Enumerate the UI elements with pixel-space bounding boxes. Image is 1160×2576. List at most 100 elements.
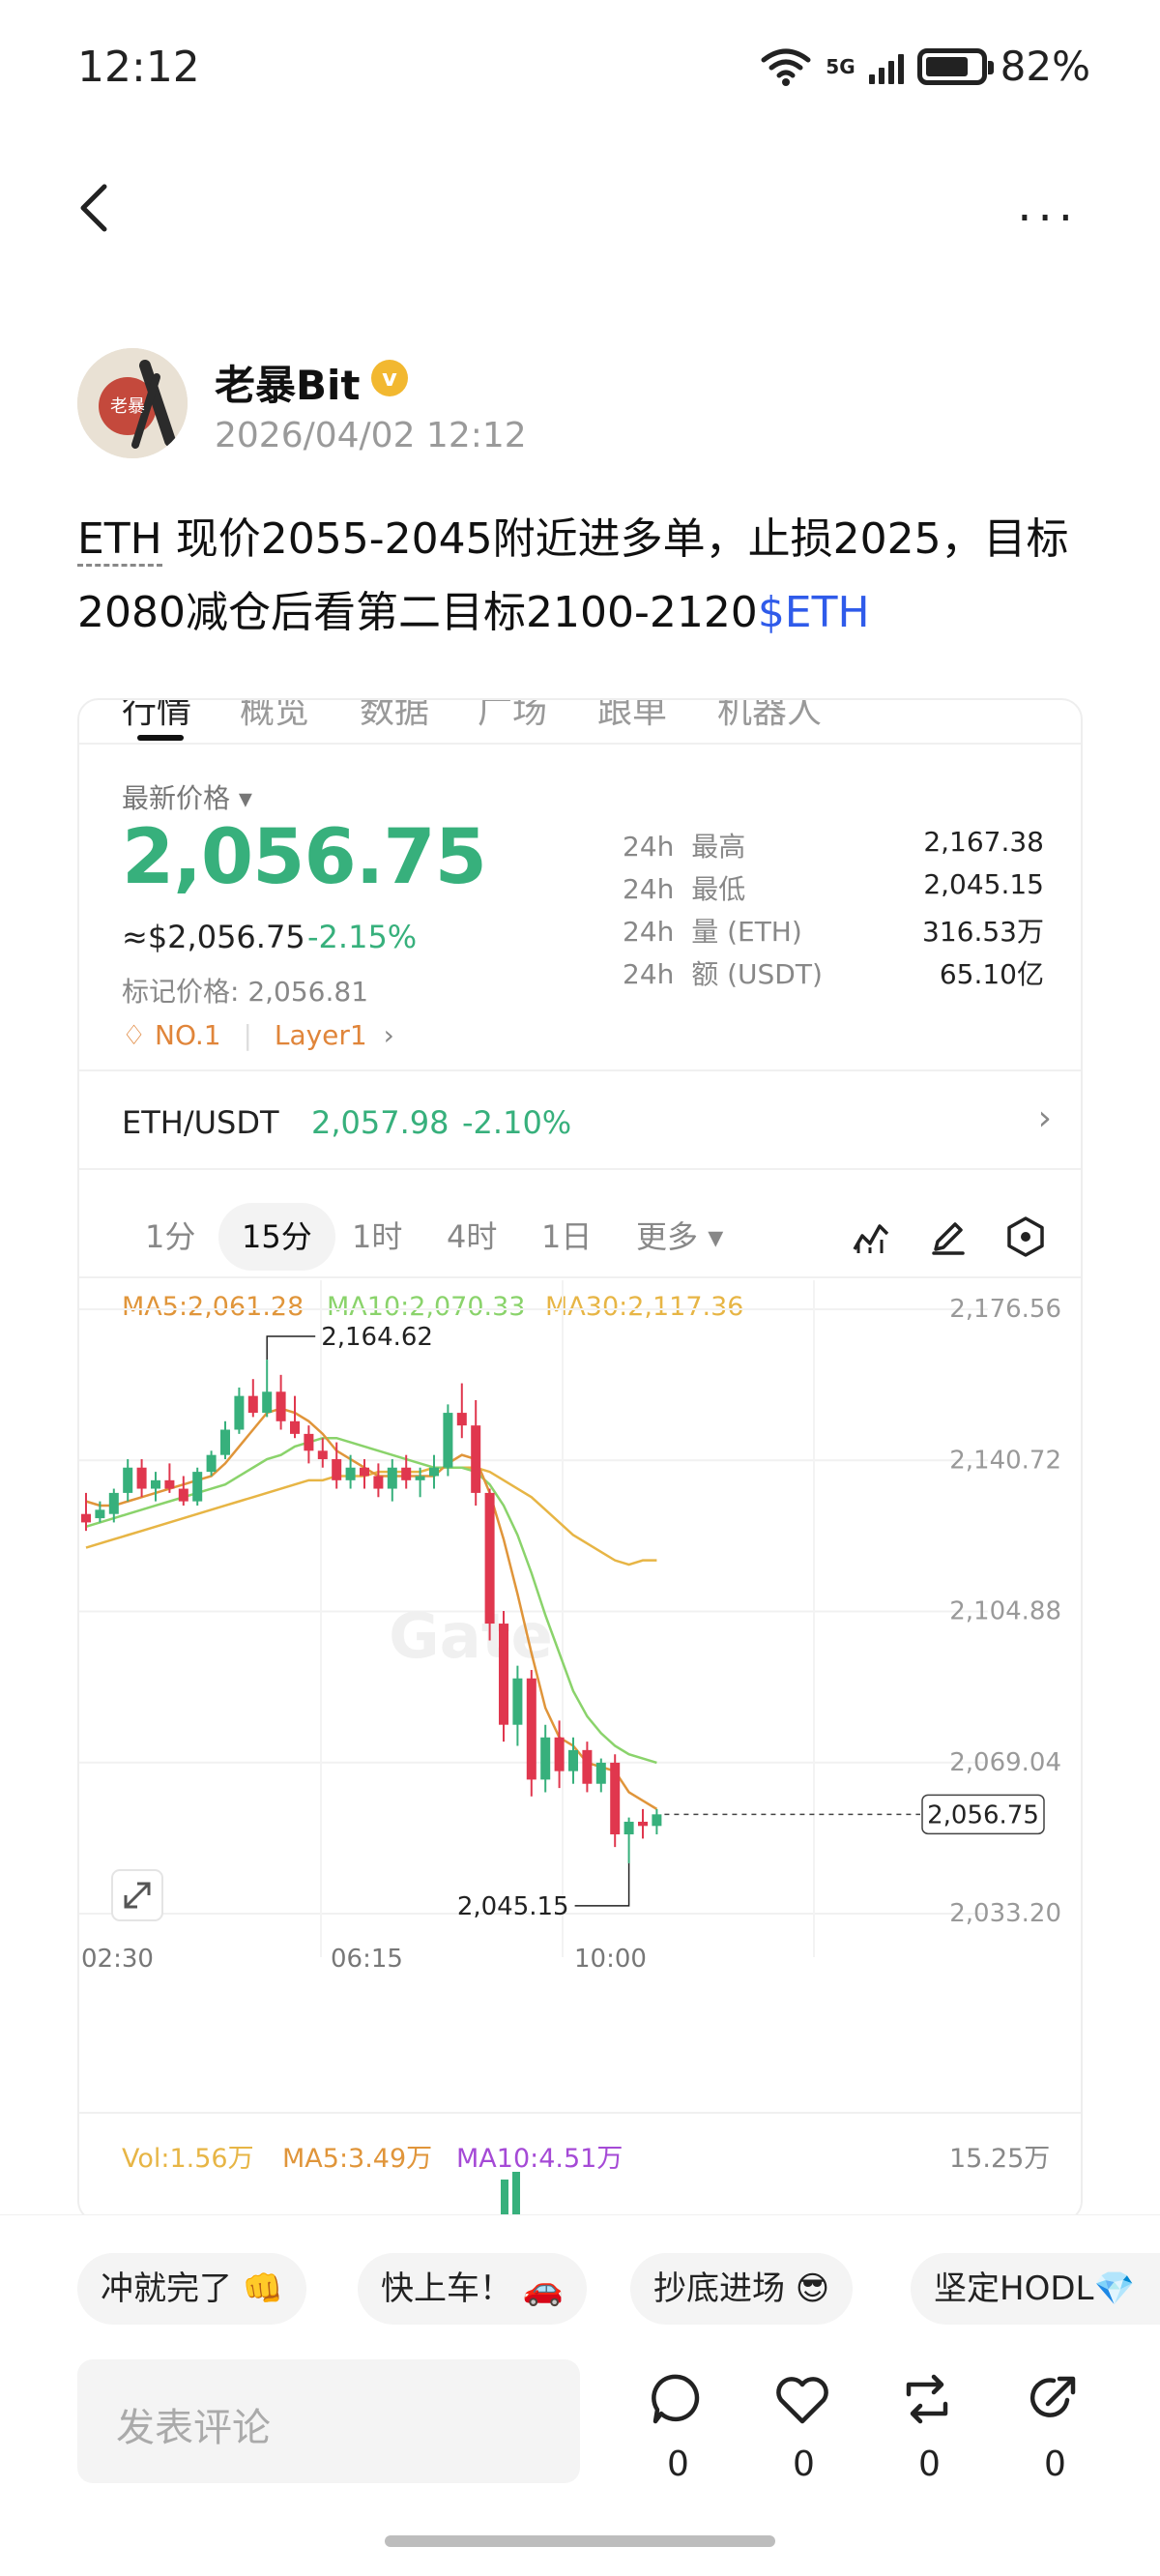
- indicator-icon[interactable]: [849, 1215, 893, 1259]
- candle-body: [178, 1488, 188, 1502]
- candle-body: [360, 1467, 369, 1477]
- low-marker-line: [574, 1862, 630, 1907]
- candle-body: [526, 1678, 536, 1780]
- divider: [79, 1069, 1081, 1071]
- settings-hexagon-icon[interactable]: [1003, 1215, 1048, 1259]
- repost-count: 0: [918, 2444, 941, 2484]
- candle-body: [387, 1467, 397, 1489]
- interval-15m[interactable]: 15分: [218, 1203, 335, 1271]
- quick-reply-3[interactable]: 抄底进场 😎: [630, 2253, 854, 2325]
- candle-body: [401, 1467, 412, 1480]
- divider: [79, 1276, 1081, 1278]
- approx-usd: ≈$2,056.75: [122, 919, 305, 955]
- eth-link[interactable]: $ETH: [758, 588, 870, 637]
- tab-copy[interactable]: 跟单: [597, 700, 667, 733]
- status-bar: 12:12 5G 82%: [0, 0, 1160, 145]
- mark-price: 标记价格: 2,056.81: [122, 976, 369, 1008]
- x-tick-label: 10:00: [574, 1945, 647, 1974]
- candle-body: [262, 1391, 273, 1414]
- post-body: 现价2055-2045附近进多单，止损2025，目标2080减仓后看第二目标21…: [77, 514, 1069, 637]
- like-count: 0: [793, 2444, 815, 2484]
- stat-high: 24h 最高 2,167.38: [623, 826, 1044, 863]
- divider: [79, 1168, 1081, 1170]
- candle-body: [220, 1429, 230, 1455]
- tab-market[interactable]: 行情: [122, 700, 191, 733]
- y-tick-label: 2,176.56: [949, 1295, 1061, 1324]
- avatar[interactable]: 老暴: [77, 348, 188, 458]
- quick-reply-1[interactable]: 冲就完了 👊: [77, 2253, 307, 2325]
- back-icon[interactable]: [68, 179, 126, 237]
- rank-badge: NO.1: [155, 1019, 221, 1051]
- tab-square[interactable]: 广场: [478, 700, 547, 733]
- tab-bot[interactable]: 机器人: [717, 700, 822, 733]
- candle-body: [415, 1476, 425, 1480]
- pair-name[interactable]: ETH/USDT: [122, 1104, 279, 1141]
- eth-tag[interactable]: ETH: [77, 514, 162, 567]
- comment-count: 0: [667, 2444, 689, 2484]
- candle-body: [192, 1472, 203, 1502]
- vol-label: Vol:1.56万: [122, 2144, 254, 2174]
- draw-pencil-icon[interactable]: [926, 1215, 971, 1259]
- share-icon[interactable]: [1025, 2371, 1081, 2427]
- candle-body: [332, 1459, 342, 1480]
- quick-reply-2[interactable]: 快上车！ 🚗: [358, 2253, 588, 2325]
- quick-reply-4[interactable]: 坚定HODL💎: [911, 2253, 1160, 2325]
- low-price-label: 2,045.15: [457, 1892, 569, 1921]
- more-options-button[interactable]: ···: [1017, 191, 1079, 246]
- candle-body: [568, 1749, 578, 1771]
- verified-badge-icon: v: [371, 360, 408, 396]
- tab-data[interactable]: 数据: [360, 700, 429, 733]
- high-price-label: 2,164.62: [321, 1323, 433, 1352]
- vol-ma5-label: MA5:3.49万: [282, 2144, 433, 2174]
- candle-body: [276, 1391, 286, 1421]
- candle-body: [512, 1678, 523, 1725]
- author-name[interactable]: 老暴Bit: [215, 353, 361, 412]
- battery-icon: [916, 47, 994, 85]
- divider: [79, 743, 1081, 745]
- divider: [79, 2112, 1081, 2114]
- comment-icon[interactable]: [650, 2371, 706, 2427]
- candle-body: [108, 1492, 119, 1514]
- candle-body: [290, 1420, 300, 1434]
- y-tick-label: 2,069.04: [949, 1748, 1061, 1777]
- price-change: -2.15%: [307, 919, 418, 955]
- rank-row[interactable]: ♢ NO.1 | Layer1 ›: [122, 1019, 394, 1051]
- market-tabs: 行情 概览 数据 广场 跟单 机器人: [79, 700, 1081, 741]
- candle-body: [595, 1762, 606, 1784]
- tab-overview[interactable]: 概览: [240, 700, 309, 733]
- battery-percent: 82%: [1000, 43, 1090, 90]
- interval-4h[interactable]: 4时: [447, 1203, 497, 1271]
- candle-body: [81, 1513, 91, 1523]
- x-tick-label: 06:15: [331, 1945, 403, 1974]
- avatar-text: 老暴: [110, 396, 145, 417]
- comment-input[interactable]: 发表评论: [77, 2359, 580, 2483]
- y-tick-label: 2,104.88: [949, 1597, 1061, 1626]
- last-price-label: 2,056.75: [927, 1800, 1039, 1830]
- home-indicator[interactable]: [385, 2535, 775, 2547]
- signal-icon: [868, 49, 904, 84]
- interval-1d[interactable]: 1日: [541, 1203, 592, 1271]
- candlestick-chart[interactable]: 2,176.56 2,140.72 2,104.88 2,069.04 2,033.20…: [79, 1280, 1083, 1976]
- interval-1m[interactable]: 1分: [145, 1203, 195, 1271]
- candle-body: [317, 1450, 328, 1460]
- post-time: 2026/04/02 12:12: [215, 416, 527, 455]
- stat-volume: 24h 量 (ETH) 316.53万: [623, 916, 1044, 948]
- candle-body: [610, 1762, 621, 1835]
- vol-ma10-label: MA10:4.51万: [456, 2144, 624, 2174]
- category-label: Layer1: [274, 1019, 367, 1051]
- candle-body: [304, 1433, 314, 1451]
- like-icon[interactable]: [776, 2377, 828, 2424]
- share-count: 0: [1044, 2444, 1066, 2484]
- repost-icon[interactable]: [899, 2371, 955, 2427]
- wifi-icon: [761, 48, 811, 86]
- chevron-right-icon[interactable]: ›: [1038, 1098, 1052, 1138]
- interval-more[interactable]: 更多 ▾: [636, 1203, 723, 1271]
- latest-price-label[interactable]: 最新价格 ▾: [122, 777, 252, 816]
- candle-body: [123, 1467, 133, 1493]
- market-card[interactable]: 行情 概览 数据 广场 跟单 机器人 最新价格 ▾ 2,056.75 ≈$2,0…: [77, 698, 1083, 2222]
- candle-body: [429, 1467, 439, 1477]
- interval-1h[interactable]: 1时: [352, 1203, 402, 1271]
- stats-table: 24h 最高 2,167.38 24h 最低 2,045.15 24h 量 (E…: [623, 826, 1044, 996]
- y-tick-label: 2,033.20: [949, 1899, 1061, 1928]
- pair-price: 2,057.98: [311, 1104, 450, 1141]
